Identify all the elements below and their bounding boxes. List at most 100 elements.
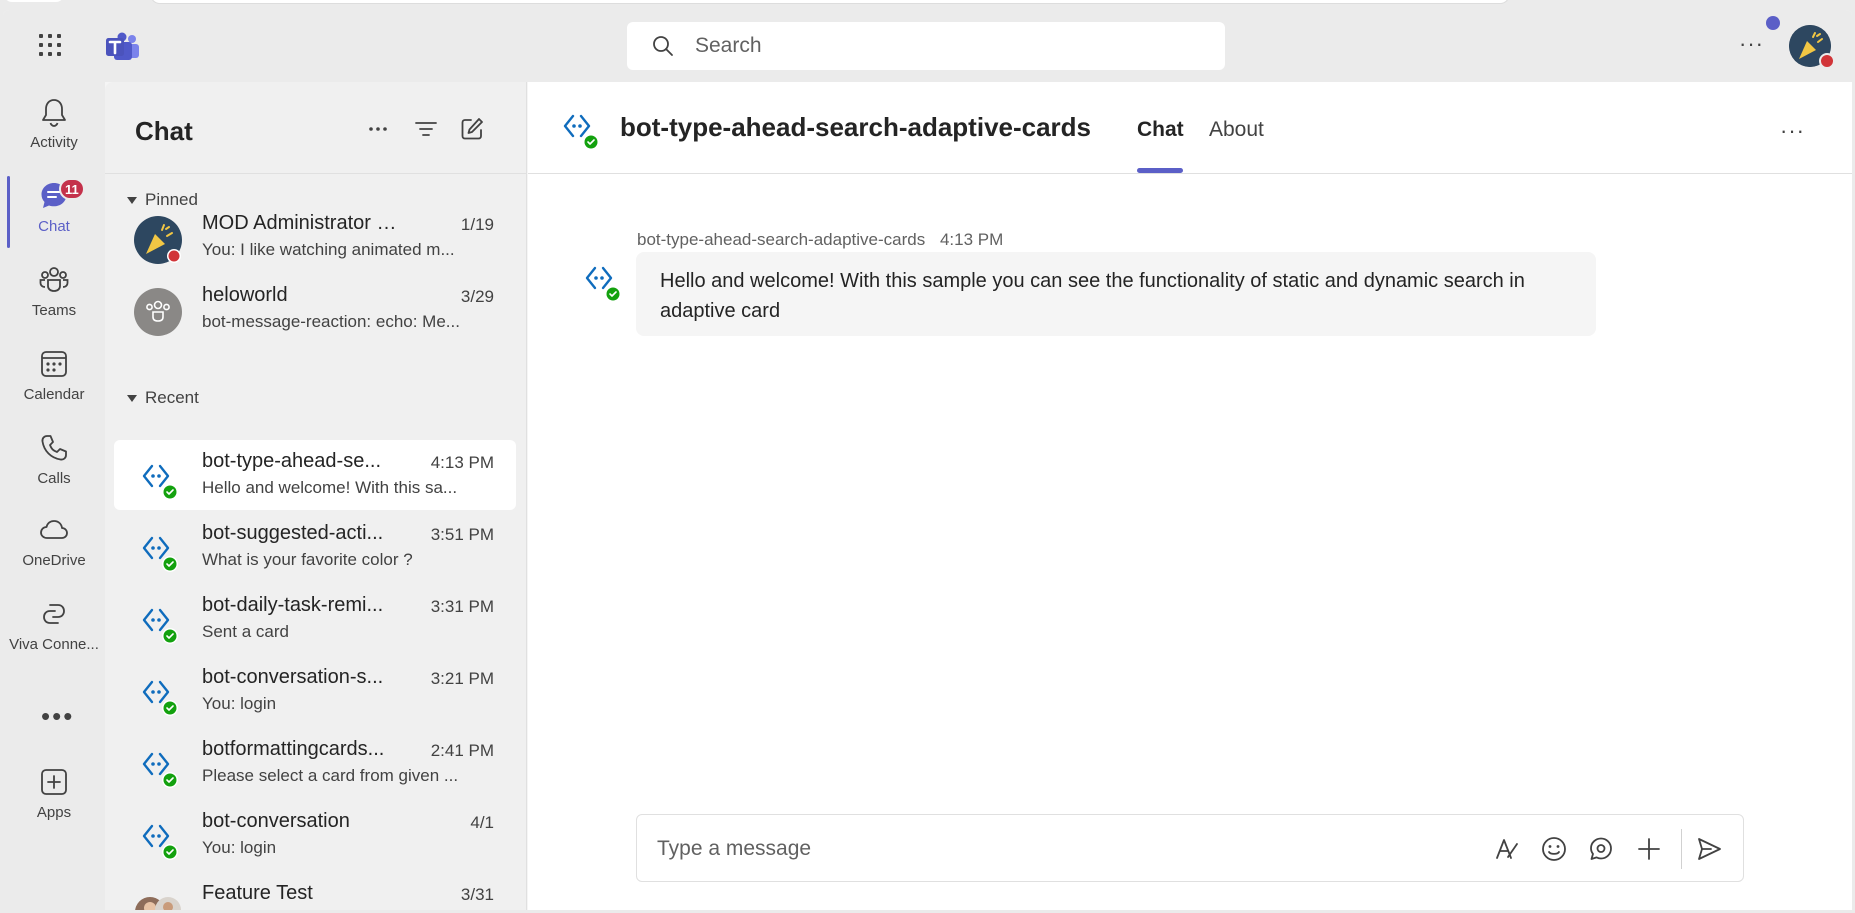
chat-time: 2:41 PM — [430, 741, 494, 760]
bot-icon — [142, 824, 179, 861]
chat-name: botformattingcards... — [202, 738, 385, 760]
bot-icon — [142, 752, 179, 789]
viva-connections-icon — [43, 604, 65, 624]
search-box[interactable]: Search — [627, 22, 1225, 70]
rail-label: Calendar — [23, 386, 85, 403]
rail-item-activity[interactable]: Activity — [3, 92, 105, 172]
composer-divider — [1681, 829, 1682, 869]
rail-label: OneDrive — [22, 552, 86, 569]
rail-item-teams[interactable]: Teams — [3, 260, 105, 340]
rail-item-onedrive[interactable]: OneDrive — [3, 510, 105, 590]
chat-name: heloworld — [202, 284, 288, 306]
chat-main-pane: bot-type-ahead-search-adaptive-cards Cha… — [528, 82, 1852, 910]
rail-label: Activity — [30, 134, 78, 151]
browser-top-strip — [0, 0, 1855, 10]
rail-item-calendar[interactable]: Calendar — [3, 344, 105, 424]
rail-item-chat[interactable]: 11 Chat — [3, 176, 105, 256]
rail-item-viva-connections[interactable]: Viva Conne... — [3, 594, 105, 674]
notification-dot — [1766, 16, 1780, 30]
chat-row-botformattingcards[interactable]: botformattingcards... 2:41 PM Please sel… — [114, 728, 516, 798]
chat-preview: bot-message-reaction: echo: Me... — [202, 312, 460, 331]
chat-preview: Hello and welcome! With this sa... — [202, 478, 458, 497]
new-chat-icon[interactable] — [459, 116, 485, 142]
chat-row-bot-daily-task[interactable]: bot-daily-task-remi... 3:31 PM Sent a ca… — [114, 584, 516, 654]
group-chat-icon — [134, 288, 182, 336]
calendar-icon — [41, 351, 67, 377]
chevron-down-icon — [127, 394, 137, 402]
browser-address-bar[interactable] — [150, 0, 1510, 4]
chat-preview: Sent a card — [202, 622, 289, 641]
chat-preview: You: I like watching animated m... — [202, 240, 455, 259]
chat-row-bot-conversation[interactable]: bot-conversation 4/1 You: login — [114, 800, 516, 870]
rail-label: Apps — [36, 804, 72, 821]
chat-preview: Please select a card from given ... — [202, 766, 459, 785]
chat-name: bot-conversation-s... — [202, 666, 384, 688]
rail-item-calls[interactable]: Calls — [3, 428, 105, 508]
search-placeholder: Search — [695, 34, 762, 57]
more-apps-icon[interactable]: ••• — [41, 703, 74, 729]
recent-section-header[interactable]: Recent — [127, 388, 199, 408]
chat-time: 3:51 PM — [430, 525, 494, 544]
chat-time: 4/1 — [470, 813, 494, 832]
emoji-icon[interactable] — [1540, 835, 1568, 863]
bot-icon — [142, 680, 179, 717]
chat-name: bot-suggested-acti... — [202, 522, 384, 544]
browser-tab-stub — [4, 0, 64, 2]
bot-icon — [142, 536, 179, 573]
cloud-icon — [40, 520, 68, 539]
more-options-icon[interactable]: ··· — [1739, 33, 1764, 55]
rail-label: Teams — [31, 302, 77, 319]
active-indicator — [7, 176, 10, 248]
message-bubble[interactable]: Hello and welcome! With this sample you … — [636, 252, 1596, 336]
bell-icon — [42, 99, 66, 127]
title-bar: Search ··· — [3, 10, 1852, 82]
chat-name: MOD Administrator (Y... — [202, 212, 398, 234]
message-composer[interactable]: Type a message — [636, 814, 1744, 882]
chat-row-bot-suggested-actions[interactable]: bot-suggested-acti... 3:51 PM What is yo… — [114, 512, 516, 582]
add-icon[interactable] — [1635, 835, 1663, 863]
app-launcher-icon[interactable] — [39, 34, 65, 60]
busy-status-icon — [1819, 53, 1835, 69]
phone-icon — [41, 435, 67, 461]
message-sender: bot-type-ahead-search-adaptive-cards — [637, 230, 926, 249]
active-tab-indicator — [1137, 168, 1183, 173]
unread-badge: 11 — [59, 178, 85, 200]
chat-time: 4:13 PM — [430, 453, 494, 472]
group-avatar — [135, 897, 181, 910]
tab-chat[interactable]: Chat — [1137, 118, 1184, 142]
chat-row-feature-test[interactable]: Feature Test 3/31 — [114, 872, 516, 910]
chat-list-title: Chat — [135, 116, 193, 146]
bot-icon — [563, 114, 600, 151]
chat-preview: What is your favorite color ? — [202, 550, 413, 569]
app-rail: Activity 11 Chat Teams Calendar Calls On… — [3, 82, 105, 910]
chat-list-pane: Chat Pinned MOD Administrator (Y... 1/19… — [105, 82, 527, 910]
send-icon[interactable] — [1695, 835, 1723, 863]
chat-row-mod-administrator[interactable]: MOD Administrator (Y... 1/19 You: I like… — [114, 202, 516, 272]
profile-avatar[interactable] — [1789, 25, 1835, 69]
chat-time: 3:21 PM — [430, 669, 494, 688]
more-options-icon[interactable] — [365, 116, 391, 142]
chat-time: 3:31 PM — [430, 597, 494, 616]
chat-name: bot-daily-task-remi... — [202, 594, 384, 616]
tab-about[interactable]: About — [1209, 118, 1264, 142]
filter-icon[interactable] — [413, 116, 439, 142]
chat-row-heloworld[interactable]: heloworld 3/29 bot-message-reaction: ech… — [114, 274, 516, 344]
rail-label: Chat — [38, 218, 70, 235]
chat-time: 3/29 — [460, 287, 494, 306]
chat-name: bot-type-ahead-se... — [202, 450, 381, 472]
more-options-icon[interactable]: ··· — [1780, 118, 1805, 144]
chat-preview: You: login — [202, 694, 277, 713]
chat-name: bot-conversation — [202, 810, 350, 832]
format-icon[interactable] — [1493, 835, 1521, 863]
bot-icon — [142, 608, 179, 645]
loop-component-icon[interactable] — [1587, 835, 1615, 863]
chat-list-header: Chat — [105, 82, 526, 174]
chat-row-bot-type-ahead[interactable]: bot-type-ahead-se... 4:13 PM Hello and w… — [114, 440, 516, 510]
rail-item-apps[interactable]: Apps — [3, 762, 105, 842]
message-text: Hello and welcome! With this sample you … — [660, 270, 1525, 322]
chat-title: bot-type-ahead-search-adaptive-cards — [620, 112, 1092, 142]
composer-placeholder: Type a message — [657, 837, 812, 860]
chat-time: 1/19 — [460, 215, 494, 234]
chat-time: 3/31 — [460, 885, 494, 904]
chat-row-bot-conversation-s[interactable]: bot-conversation-s... 3:21 PM You: login — [114, 656, 516, 726]
